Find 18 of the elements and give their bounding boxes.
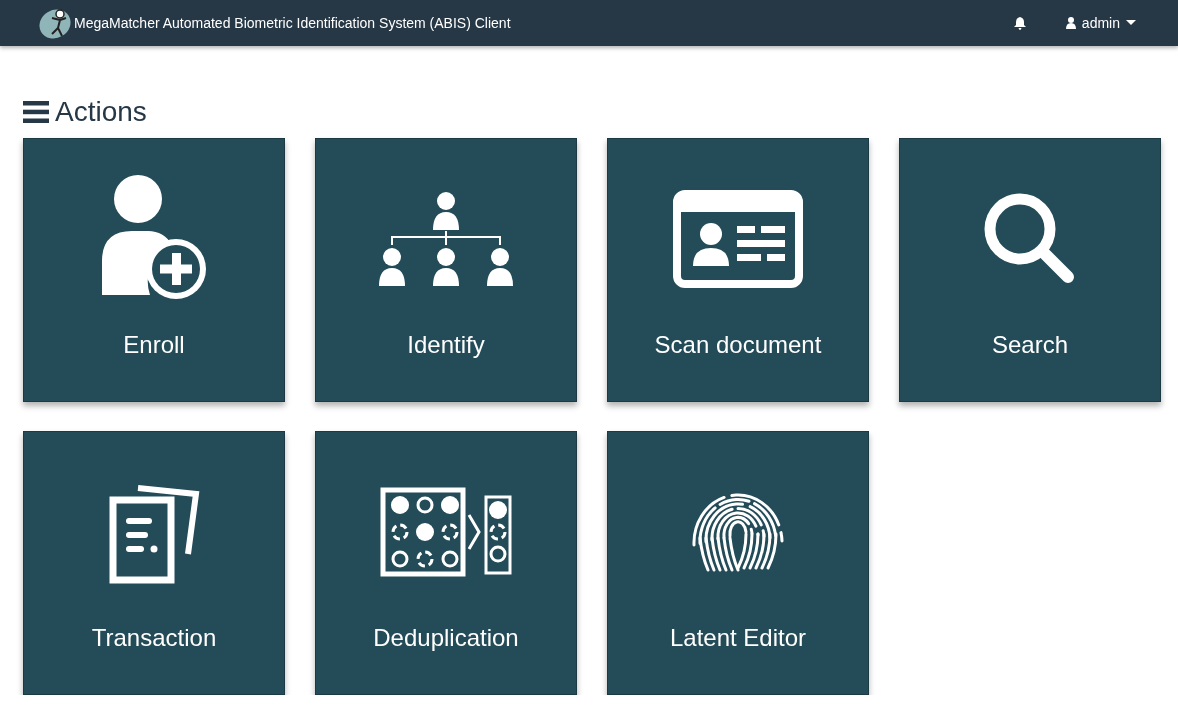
caret-icon [1126,20,1136,26]
action-tile[interactable]: Search [899,138,1161,402]
user-menu-button[interactable]: admin [1061,11,1140,35]
action-tile[interactable]: Identify [315,138,577,402]
logo-icon [38,6,72,40]
action-tile[interactable]: Enroll [23,138,285,402]
hierarchy-users-icon [379,191,513,287]
user-icon [1065,17,1076,29]
section-title: Actions [55,96,147,128]
bell-icon [1013,16,1026,30]
action-tile[interactable]: Deduplication [315,431,577,695]
action-tile[interactable]: Transaction [23,431,285,695]
menu-icon [23,101,49,123]
action-tile[interactable]: Scan document [607,138,869,402]
action-tile[interactable]: Latent Editor [607,431,869,695]
id-card-icon [673,190,803,288]
deduplication-icon [380,487,512,577]
app-title: MegaMatcher Automated Biometric Identification System (ABIS) Client [74,15,511,31]
